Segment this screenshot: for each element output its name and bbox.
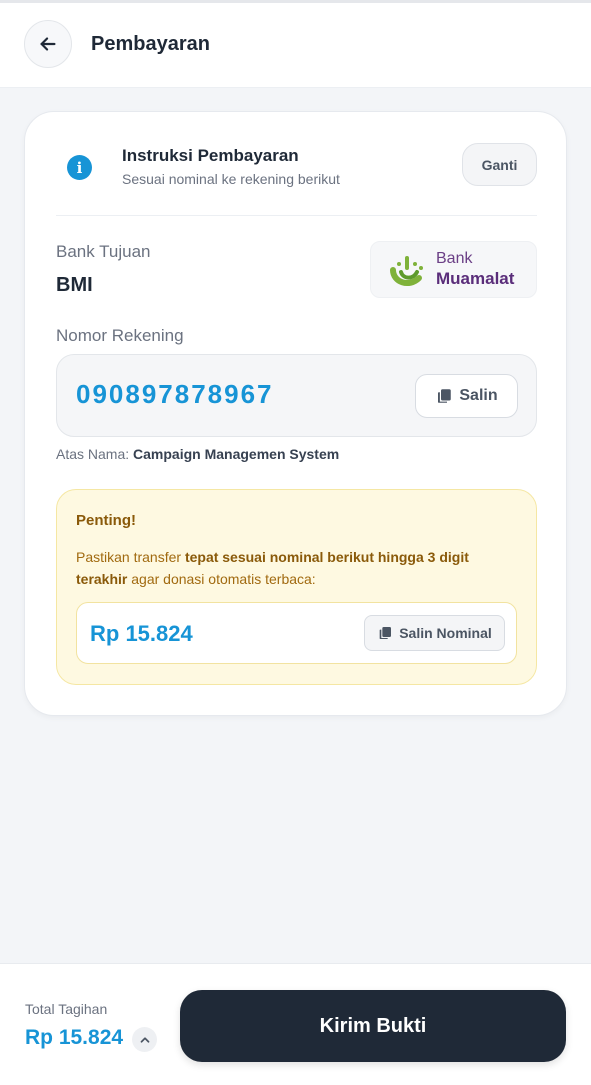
nominal-amount: Rp 15.824 bbox=[90, 621, 193, 646]
copy-account-label: Salin bbox=[459, 387, 498, 404]
bank-muamalat-logo-icon bbox=[390, 256, 423, 287]
nominal-box: Rp 15.824 Salin Nominal bbox=[76, 602, 517, 664]
alert-title: Penting! bbox=[76, 512, 136, 529]
copy-nominal-button[interactable]: Salin Nominal bbox=[364, 615, 505, 651]
bank-label: Bank Tujuan bbox=[56, 242, 151, 261]
divider bbox=[56, 215, 537, 216]
total-value: Rp 15.824 bbox=[25, 1026, 124, 1049]
copy-icon bbox=[438, 389, 452, 403]
alert-text-before: Pastikan transfer bbox=[76, 549, 185, 565]
top-bar: Pembayaran bbox=[0, 0, 591, 88]
copy-icon bbox=[379, 627, 392, 639]
copy-nominal-label: Salin Nominal bbox=[399, 625, 492, 641]
logo-text-muamalat: Muamalat bbox=[436, 269, 515, 288]
bottom-bar: Total Tagihan Rp 15.824 Kirim Bukti bbox=[0, 963, 591, 1085]
alert-text: Pastikan transfer tepat sesuai nominal b… bbox=[76, 546, 516, 590]
total-label: Total Tagihan bbox=[25, 1001, 108, 1017]
bank-value: BMI bbox=[56, 274, 93, 296]
account-holder: Atas Nama: Campaign Managemen System bbox=[56, 446, 339, 462]
account-holder-prefix: Atas Nama: bbox=[56, 446, 130, 462]
copy-account-button[interactable]: Salin bbox=[415, 374, 518, 418]
instruction-subtitle: Sesuai nominal ke rekening berikut bbox=[122, 171, 340, 187]
submit-proof-button[interactable]: Kirim Bukti bbox=[180, 990, 566, 1062]
account-number-value: 090897878967 bbox=[76, 379, 274, 409]
alert-text-after: agar donasi otomatis terbaca: bbox=[127, 571, 316, 587]
expand-total-button[interactable] bbox=[132, 1027, 157, 1052]
logo-text-bank: Bank bbox=[436, 250, 473, 267]
change-bank-button[interactable]: Ganti bbox=[462, 143, 537, 186]
account-holder-name: Campaign Managemen System bbox=[133, 446, 340, 462]
back-button[interactable] bbox=[24, 20, 72, 68]
page-title: Pembayaran bbox=[91, 33, 210, 55]
arrow-left-icon bbox=[40, 37, 56, 51]
bank-logo: Bank Muamalat bbox=[370, 241, 537, 298]
account-number-label: Nomor Rekening bbox=[56, 326, 184, 345]
info-icon: i bbox=[67, 155, 92, 180]
instruction-title: Instruksi Pembayaran bbox=[122, 146, 299, 165]
account-number-box: 090897878967 Salin bbox=[56, 354, 537, 437]
payment-instruction-card: i Instruksi Pembayaran Sesuai nominal ke… bbox=[24, 111, 567, 716]
chevron-up-icon bbox=[140, 1036, 149, 1043]
important-alert: Penting! Pastikan transfer tepat sesuai … bbox=[56, 489, 537, 685]
